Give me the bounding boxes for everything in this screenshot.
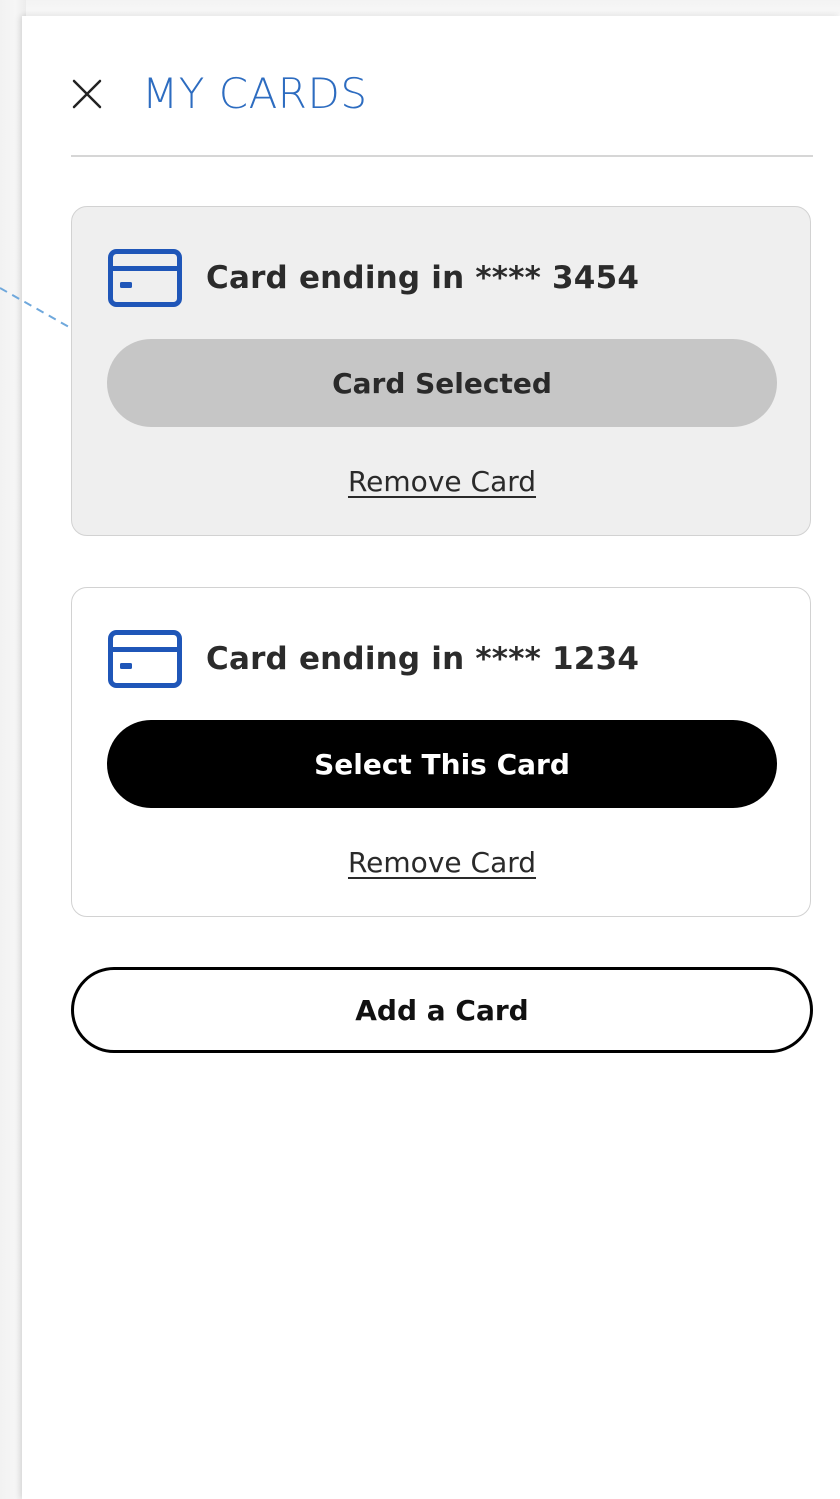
card-label: Card ending in **** 1234 <box>206 641 640 677</box>
card-header: Card ending in **** 3454 <box>108 249 639 307</box>
close-icon <box>72 79 102 109</box>
remove-card-link[interactable]: Remove Card <box>72 465 812 498</box>
panel-header: MY CARDS <box>70 66 367 122</box>
remove-card-link[interactable]: Remove Card <box>72 846 812 879</box>
card-header: Card ending in **** 1234 <box>108 630 639 688</box>
close-button[interactable] <box>70 77 104 111</box>
select-this-card-button[interactable]: Select This Card <box>107 720 777 808</box>
credit-card-icon <box>108 249 182 307</box>
saved-card-3454: Card ending in **** 3454 Card Selected R… <box>71 206 811 536</box>
card-selected-button[interactable]: Card Selected <box>107 339 777 427</box>
saved-card-1234: Card ending in **** 1234 Select This Car… <box>71 587 811 917</box>
card-label: Card ending in **** 3454 <box>206 260 640 296</box>
header-divider <box>71 155 813 157</box>
screen: MY CARDS Card ending in **** 3454 Card S… <box>0 0 840 1499</box>
remove-card-label: Remove Card <box>347 465 537 498</box>
credit-card-icon <box>108 630 182 688</box>
page-title: MY CARDS <box>142 69 368 118</box>
remove-card-label: Remove Card <box>347 846 537 879</box>
add-card-button[interactable]: Add a Card <box>71 967 813 1053</box>
